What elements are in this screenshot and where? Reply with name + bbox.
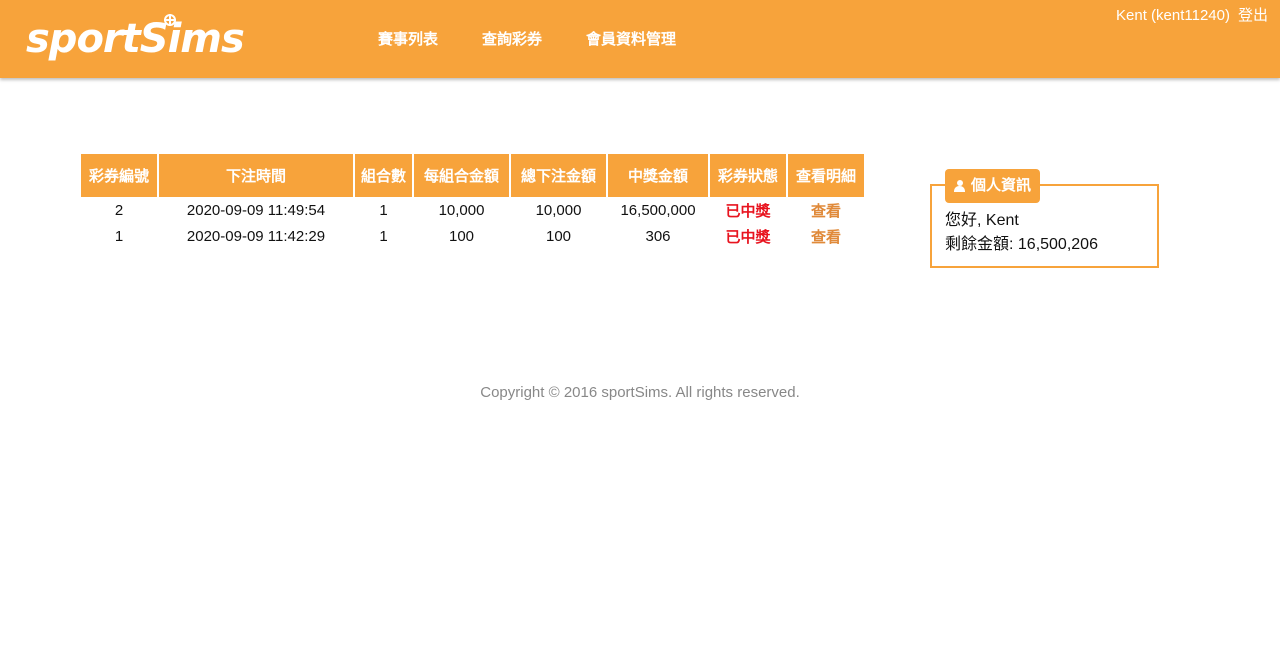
footer-copyright: Copyright © 2016 sportSims. All rights r…: [480, 384, 800, 401]
basketball-icon: [164, 14, 176, 26]
column-header-prize: 中獎金額: [608, 154, 709, 197]
column-header-combos: 組合數: [355, 154, 413, 197]
cell-prize: 306: [645, 227, 671, 245]
cell-per-combo-amount: 100: [449, 227, 475, 245]
cell-ticket-id: 1: [114, 227, 124, 245]
cell-per-combo-amount: 10,000: [438, 201, 485, 219]
ticket-table-container: 彩券編號 下注時間 組合數 每組合金額 總下注金額 中獎金額 彩券狀態 查看明細…: [81, 154, 866, 249]
profile-panel-title: 個人資訊: [945, 169, 1041, 203]
column-header-per-combo-amount: 每組合金額: [414, 154, 510, 197]
view-details-link[interactable]: 查看: [788, 197, 864, 223]
top-navbar: sportSims 賽事列表 查詢彩券 會員資料管理 Kent (kent112…: [0, 0, 1280, 78]
column-header-status: 彩券狀態: [710, 154, 787, 197]
user-bar: Kent (kent11240) 登出: [1116, 6, 1268, 26]
user-name: Kent (kent11240): [1116, 7, 1230, 24]
greeting-text: 您好, Kent: [945, 212, 1019, 229]
cell-total-bet: 100: [546, 227, 572, 245]
table-header-row: 彩券編號 下注時間 組合數 每組合金額 總下注金額 中獎金額 彩券狀態 查看明細: [81, 154, 865, 197]
cell-prize: 16,500,000: [620, 201, 696, 219]
table-row: 1 2020-09-09 11:42:29 1 100 100 306 已中獎 …: [81, 223, 864, 249]
cell-status: 已中獎: [725, 228, 771, 246]
profile-panel: 個人資訊 您好, Kent 剩餘金額: 16,500,206: [930, 169, 1159, 268]
cell-combos: 1: [379, 227, 388, 245]
cell-bet-time: 2020-09-09 11:42:29: [186, 227, 326, 245]
brand-logo-text: sportSims: [26, 16, 245, 62]
nav-item-ticket-query[interactable]: 查詢彩券: [482, 30, 542, 50]
view-details-link[interactable]: 查看: [788, 223, 864, 249]
cell-combos: 1: [379, 201, 388, 219]
column-header-bet-time: 下注時間: [159, 154, 353, 197]
column-header-details: 查看明細: [788, 154, 865, 197]
column-header-ticket-id: 彩券編號: [81, 154, 157, 197]
cell-status: 已中獎: [725, 202, 771, 220]
logout-link[interactable]: 登出: [1238, 7, 1268, 24]
column-header-total-bet: 總下注金額: [511, 154, 607, 197]
cell-ticket-id: 2: [114, 201, 124, 219]
nav-item-member-management[interactable]: 會員資料管理: [586, 30, 676, 50]
brand-logo[interactable]: sportSims: [26, 14, 245, 64]
table-row: 2 2020-09-09 11:49:54 1 10,000 10,000 16…: [81, 197, 864, 223]
cell-bet-time: 2020-09-09 11:49:54: [186, 201, 326, 219]
ticket-table: 彩券編號 下注時間 組合數 每組合金額 總下注金額 中獎金額 彩券狀態 查看明細…: [79, 154, 866, 249]
balance-text: 剩餘金額: 16,500,206: [945, 236, 1098, 253]
profile-title-label: 個人資訊: [971, 177, 1032, 194]
person-icon: [954, 180, 965, 192]
nav-item-match-list[interactable]: 賽事列表: [378, 30, 438, 50]
cell-total-bet: 10,000: [535, 201, 582, 219]
main-nav: 賽事列表 查詢彩券 會員資料管理: [378, 30, 720, 50]
